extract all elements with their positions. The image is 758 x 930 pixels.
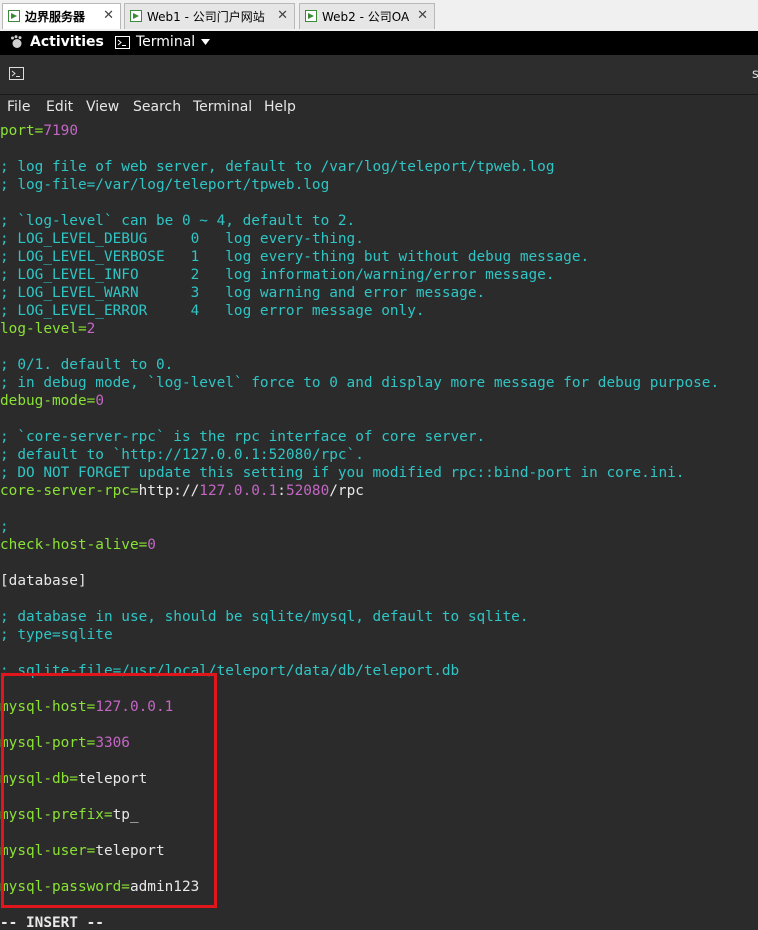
terminal-line: ; LOG_LEVEL_INFO 2 log information/warni… bbox=[0, 266, 555, 284]
line-segment: log-level= bbox=[0, 321, 87, 337]
line-segment: ; in debug mode, `log-level` force to 0 … bbox=[0, 375, 720, 391]
terminal-icon bbox=[115, 35, 130, 49]
terminal-line: check-host-alive=0 bbox=[0, 536, 156, 554]
window-titlebar: s bbox=[0, 55, 758, 95]
line-segment: -- INSERT -- bbox=[0, 915, 104, 930]
terminal-line: debug-mode=0 bbox=[0, 392, 104, 410]
terminal-line: ; default to `http://127.0.0.1:52080/rpc… bbox=[0, 446, 364, 464]
terminal-line: ; `log-level` can be 0 ~ 4, default to 2… bbox=[0, 212, 355, 230]
tab-label: Web1 - 公司门户网站 bbox=[147, 10, 265, 24]
tab-web1[interactable]: Web1 - 公司门户网站 ✕ bbox=[124, 3, 295, 29]
line-segment: ; DO NOT FORGET update this setting if y… bbox=[0, 465, 685, 481]
highlight-box bbox=[1, 673, 217, 908]
vm-icon bbox=[8, 10, 20, 22]
terminal-line: ; log file of web server, default to /va… bbox=[0, 158, 555, 176]
tab-label: 边界服务器 bbox=[25, 10, 86, 24]
gnome-top-bar: Activities Terminal bbox=[0, 31, 758, 55]
menu-file[interactable]: File bbox=[7, 99, 30, 115]
terminal-app-menu[interactable]: Terminal bbox=[115, 34, 211, 50]
browser-tab-bar: 边界服务器 ✕ Web1 - 公司门户网站 ✕ Web2 - 公司OA ✕ bbox=[0, 0, 758, 32]
line-segment: 52080 bbox=[285, 483, 330, 499]
line-segment: ; log file of web server, default to /va… bbox=[0, 159, 555, 175]
close-icon[interactable]: ✕ bbox=[103, 8, 114, 23]
window-title: s bbox=[752, 67, 758, 82]
terminal-line: ; LOG_LEVEL_DEBUG 0 log every-thing. bbox=[0, 230, 364, 248]
chevron-down-icon bbox=[201, 39, 211, 45]
line-segment: ; 0/1. default to 0. bbox=[0, 357, 174, 373]
line-segment: 0 bbox=[95, 393, 104, 409]
terminal-line: ; log-file=/var/log/teleport/tpweb.log bbox=[0, 176, 329, 194]
line-segment: ; database in use, should be sqlite/mysq… bbox=[0, 609, 529, 625]
menu-terminal[interactable]: Terminal bbox=[193, 99, 252, 115]
line-segment: 0 bbox=[147, 537, 156, 553]
terminal-line: ; 0/1. default to 0. bbox=[0, 356, 173, 374]
line-segment: debug-mode= bbox=[0, 393, 96, 409]
vm-icon bbox=[305, 10, 317, 22]
gnome-foot-icon bbox=[11, 35, 22, 48]
line-segment: 127.0.0.1 bbox=[199, 483, 278, 499]
terminal-menubar: File Edit View Search Terminal Help bbox=[0, 95, 758, 120]
terminal-line: ; LOG_LEVEL_ERROR 4 log error message on… bbox=[0, 302, 425, 320]
close-icon[interactable]: ✕ bbox=[277, 8, 288, 23]
terminal-line: core-server-rpc=http://127.0.0.1:52080/r… bbox=[0, 482, 364, 500]
line-segment: ; `core-server-rpc` is the rpc interface… bbox=[0, 429, 486, 445]
menu-edit[interactable]: Edit bbox=[46, 99, 73, 115]
terminal-line: ; in debug mode, `log-level` force to 0 … bbox=[0, 374, 719, 392]
terminal-line: -- INSERT -- bbox=[0, 914, 104, 930]
line-segment: http:// bbox=[138, 483, 200, 499]
terminal-line: ; type=sqlite bbox=[0, 626, 113, 644]
line-segment: ; bbox=[0, 519, 9, 535]
terminal-icon bbox=[9, 67, 24, 80]
tab-border-server[interactable]: 边界服务器 ✕ bbox=[2, 3, 121, 29]
line-segment: ; LOG_LEVEL_INFO 2 log information/warni… bbox=[0, 267, 555, 283]
line-segment: 7190 bbox=[43, 123, 78, 139]
terminal-line: ; LOG_LEVEL_VERBOSE 1 log every-thing bu… bbox=[0, 248, 589, 266]
line-segment: ; log-file=/var/log/teleport/tpweb.log bbox=[0, 177, 330, 193]
line-segment: ; LOG_LEVEL_VERBOSE 1 log every-thing bu… bbox=[0, 249, 590, 265]
line-segment: ; LOG_LEVEL_ERROR 4 log error message on… bbox=[0, 303, 425, 319]
terminal-line: log-level=2 bbox=[0, 320, 95, 338]
tab-label: Web2 - 公司OA bbox=[322, 10, 410, 24]
line-segment: [database] bbox=[0, 573, 87, 589]
terminal-line: ; database in use, should be sqlite/mysq… bbox=[0, 608, 529, 626]
tab-web2[interactable]: Web2 - 公司OA ✕ bbox=[299, 3, 435, 29]
menu-view[interactable]: View bbox=[86, 99, 119, 115]
menu-help[interactable]: Help bbox=[264, 99, 296, 115]
terminal-line: [database] bbox=[0, 572, 87, 590]
terminal-line: port=7190 bbox=[0, 122, 78, 140]
terminal-line: ; `core-server-rpc` is the rpc interface… bbox=[0, 428, 485, 446]
app-menu-label: Terminal bbox=[136, 34, 196, 50]
line-segment: ; type=sqlite bbox=[0, 627, 113, 643]
terminal-line: ; LOG_LEVEL_WARN 3 log warning and error… bbox=[0, 284, 485, 302]
line-segment: ; LOG_LEVEL_DEBUG 0 log every-thing. bbox=[0, 231, 364, 247]
line-segment: check-host-alive= bbox=[0, 537, 148, 553]
line-segment: ; default to `http://127.0.0.1:52080/rpc… bbox=[0, 447, 364, 463]
terminal-line: ; bbox=[0, 518, 9, 536]
line-segment: ; `log-level` can be 0 ~ 4, default to 2… bbox=[0, 213, 356, 229]
line-segment: : bbox=[277, 483, 286, 499]
line-segment: 2 bbox=[86, 321, 96, 337]
close-icon[interactable]: ✕ bbox=[417, 8, 428, 23]
activities-button[interactable]: Activities bbox=[10, 34, 104, 50]
terminal-line: ; DO NOT FORGET update this setting if y… bbox=[0, 464, 684, 482]
line-segment: ; LOG_LEVEL_WARN 3 log warning and error… bbox=[0, 285, 486, 301]
line-segment: core-server-rpc= bbox=[0, 483, 139, 499]
menu-search[interactable]: Search bbox=[133, 99, 181, 115]
line-segment: port= bbox=[0, 123, 44, 139]
activities-label: Activities bbox=[30, 34, 104, 50]
line-segment: /rpc bbox=[329, 483, 364, 499]
vm-icon bbox=[130, 10, 142, 22]
